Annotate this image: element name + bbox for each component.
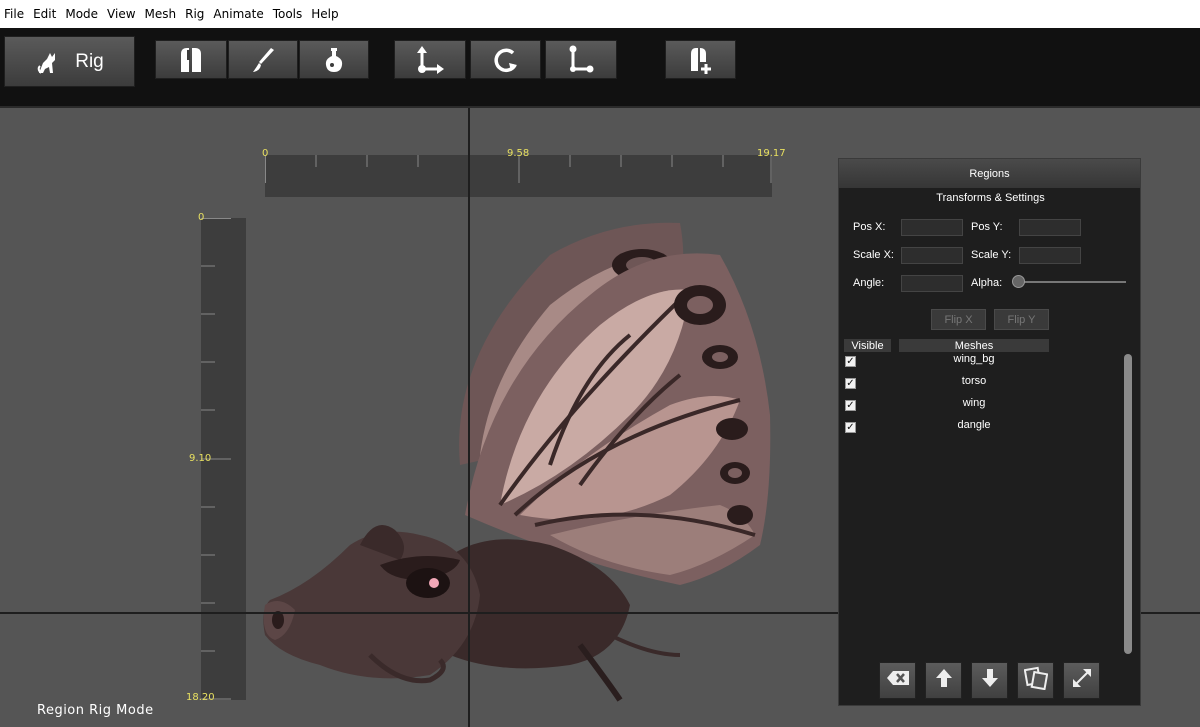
flip-y-button[interactable]: Flip Y <box>994 309 1049 330</box>
mesh-row[interactable]: ✓ torso <box>839 375 1122 395</box>
menu-animate[interactable]: Animate <box>209 7 268 21</box>
menu-view[interactable]: View <box>103 7 140 21</box>
duplicate-icon <box>1023 666 1048 695</box>
angle-label: Angle: <box>853 277 885 289</box>
angle-input[interactable] <box>901 275 963 292</box>
bones-icon <box>178 46 204 74</box>
hruler-label-end: 19.17 <box>757 148 786 159</box>
scale-x-label: Scale X: <box>853 249 894 261</box>
rig-label: Rig <box>75 50 104 72</box>
mesh-name: torso <box>961 375 987 387</box>
mesh-row[interactable]: ✓ dangle <box>839 419 1122 439</box>
menu-mesh[interactable]: Mesh <box>141 7 182 21</box>
delete-mesh-button[interactable] <box>879 662 916 699</box>
panel-title[interactable]: Regions <box>839 159 1140 188</box>
alpha-slider-track[interactable] <box>1014 281 1126 283</box>
bones-tool-button[interactable] <box>155 40 227 79</box>
arrow-up-icon <box>935 668 953 693</box>
paint-tool-button[interactable] <box>228 40 298 79</box>
paint-brush-icon <box>250 46 276 74</box>
flask-tool-button[interactable] <box>299 40 369 79</box>
mesh-list-scrollbar[interactable] <box>1124 354 1132 654</box>
vruler-label-mid: 9.10 <box>189 453 212 464</box>
winged-boar-artwork[interactable] <box>250 215 790 705</box>
horizontal-ruler[interactable] <box>265 155 772 197</box>
alpha-slider-thumb[interactable] <box>1012 275 1025 288</box>
scale-x-input[interactable] <box>901 247 963 264</box>
bone-connect-icon <box>566 45 596 75</box>
arrow-down-icon <box>981 668 999 693</box>
menu-help[interactable]: Help <box>307 7 343 21</box>
add-bone-icon <box>686 45 716 75</box>
mesh-name: dangle <box>957 419 991 431</box>
visible-column-header: Visible <box>844 339 891 352</box>
rig-mode-button[interactable]: Rig <box>4 36 135 87</box>
menu-file[interactable]: File <box>0 7 29 21</box>
pos-y-input[interactable] <box>1019 219 1081 236</box>
panel-subtitle: Transforms & Settings <box>936 192 1045 204</box>
menu-tools[interactable]: Tools <box>269 7 308 21</box>
regions-panel: Regions Transforms & Settings Pos X: Pos… <box>838 158 1141 706</box>
mesh-row[interactable]: ✓ wing_bg <box>839 353 1122 373</box>
pos-x-label: Pos X: <box>853 221 886 233</box>
alpha-label: Alpha: <box>971 277 1003 289</box>
toolbar: Rig <box>0 28 1200 108</box>
rotate-icon <box>491 45 521 75</box>
cat-icon <box>35 49 61 75</box>
visible-checkbox[interactable]: ✓ <box>845 378 856 389</box>
hruler-label-start: 0 <box>262 148 269 159</box>
expand-icon <box>1071 667 1093 694</box>
scale-y-input[interactable] <box>1019 247 1081 264</box>
flask-icon <box>321 46 347 74</box>
mode-status-label: Region Rig Mode <box>37 703 154 718</box>
crosshair-vertical <box>468 108 470 727</box>
menu-mode[interactable]: Mode <box>61 7 103 21</box>
translate-tool-button[interactable] <box>394 40 466 79</box>
move-down-button[interactable] <box>971 662 1008 699</box>
visible-checkbox[interactable]: ✓ <box>845 422 856 433</box>
visible-checkbox[interactable]: ✓ <box>845 356 856 367</box>
visible-checkbox[interactable]: ✓ <box>845 400 856 411</box>
menu-edit[interactable]: Edit <box>29 7 61 21</box>
move-axes-icon <box>414 45 446 75</box>
mesh-name: wing <box>962 397 986 409</box>
mesh-name: wing_bg <box>953 353 995 365</box>
mesh-row[interactable]: ✓ wing <box>839 397 1122 417</box>
pos-y-label: Pos Y: <box>971 221 1003 233</box>
rotate-tool-button[interactable] <box>470 40 541 79</box>
meshes-column-header: Meshes <box>899 339 1049 352</box>
hruler-label-mid: 9.58 <box>507 148 530 159</box>
menu-bar: File Edit Mode View Mesh Rig Animate Too… <box>0 0 1200 28</box>
delete-icon <box>886 670 910 691</box>
menu-rig[interactable]: Rig <box>181 7 209 21</box>
add-bone-tool-button[interactable] <box>665 40 736 79</box>
flip-x-button[interactable]: Flip X <box>931 309 986 330</box>
pos-x-input[interactable] <box>901 219 963 236</box>
move-up-button[interactable] <box>925 662 962 699</box>
bone-link-tool-button[interactable] <box>545 40 617 79</box>
duplicate-mesh-button[interactable] <box>1017 662 1054 699</box>
scale-y-label: Scale Y: <box>971 249 1012 261</box>
vruler-label-start: 0 <box>198 212 205 223</box>
vruler-label-end: 18.20 <box>186 692 215 703</box>
expand-view-button[interactable] <box>1063 662 1100 699</box>
